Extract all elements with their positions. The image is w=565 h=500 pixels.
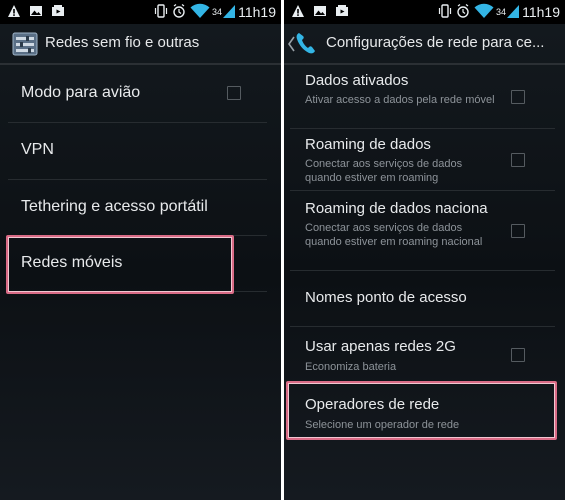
warning-icon (292, 5, 304, 17)
back-chevron-icon[interactable] (287, 36, 295, 52)
signal-icon (223, 5, 235, 18)
highlight-box-network-operators (286, 381, 557, 440)
action-bar-divider (284, 63, 565, 65)
action-bar: Configurações de rede para ce... (284, 25, 565, 63)
signal-icon (507, 5, 519, 18)
warning-icon (8, 5, 20, 17)
list-item-summary: Economiza bateria (305, 361, 397, 373)
list-item-title: Roaming de dados (305, 136, 431, 153)
system-icons: 34 11h19 (154, 3, 276, 21)
wireless-networks-screen: 34 11h19 Redes sem fio e outras Modo par… (0, 0, 281, 500)
airplane-mode-checkbox[interactable] (227, 86, 241, 100)
image-icon (30, 6, 42, 16)
list-item-summary: Conectar aos serviços de dados quando es… (305, 222, 483, 248)
alarm-icon (457, 4, 469, 18)
page-title: Configurações de rede para ce... (326, 34, 545, 51)
list-item-tethering[interactable]: Tethering e acesso portátil (0, 180, 281, 236)
highlight-box-mobile-networks (6, 235, 234, 294)
data-roaming-checkbox[interactable] (511, 153, 525, 167)
alarm-icon (173, 4, 185, 18)
national-roaming-checkbox[interactable] (511, 224, 525, 238)
system-icons: 34 11h19 (438, 3, 560, 21)
media-icon (52, 5, 64, 16)
list-item-label: Modo para avião (21, 84, 141, 101)
list-item-use-2g-only[interactable]: Usar apenas redes 2G Economiza bateria (284, 327, 565, 381)
list-item-title: Roaming de dados naciona (305, 200, 488, 217)
action-bar: Redes sem fio e outras (0, 25, 281, 63)
wifi-icon (474, 3, 494, 18)
clock: 11h19 (522, 4, 560, 20)
vibrate-icon (154, 4, 168, 18)
list-item-title: Dados ativados (305, 72, 409, 89)
list-item-access-point-names[interactable]: Nomes ponto de acesso (284, 271, 565, 327)
use-2g-only-checkbox[interactable] (511, 348, 525, 362)
list-item-title: Nomes ponto de acesso (305, 289, 467, 306)
list-item-summary: Conectar aos serviços de dados quando es… (305, 158, 463, 184)
list-item-data-enabled[interactable]: Dados ativados Ativar acesso a dados pel… (284, 66, 565, 128)
list-item-label: VPN (21, 141, 54, 158)
list-item-data-roaming[interactable]: Roaming de dados Conectar aos serviços d… (284, 129, 565, 190)
network-type-label: 34 (212, 7, 223, 17)
media-icon (336, 5, 348, 16)
list-item-summary: Ativar acesso a dados pela rede móvel (305, 94, 495, 106)
mobile-network-settings-screen: 34 11h19 Configurações de rede para ce..… (284, 0, 565, 500)
network-type-label: 34 (496, 7, 507, 17)
image-icon (314, 6, 326, 16)
vibrate-icon (438, 4, 452, 18)
page-title: Redes sem fio e outras (45, 34, 200, 51)
action-bar-divider (0, 63, 281, 65)
list-item-national-roaming[interactable]: Roaming de dados naciona Conectar aos se… (284, 191, 565, 270)
status-bar: 34 11h19 (284, 0, 565, 24)
phone-icon[interactable] (295, 31, 317, 55)
settings-app-icon[interactable] (12, 31, 38, 57)
clock: 11h19 (238, 4, 276, 20)
wifi-icon (190, 3, 210, 18)
list-item-title: Usar apenas redes 2G (305, 338, 456, 355)
list-item-vpn[interactable]: VPN (0, 123, 281, 179)
data-enabled-checkbox[interactable] (511, 90, 525, 104)
list-item-label: Tethering e acesso portátil (21, 198, 208, 215)
list-item-airplane-mode[interactable]: Modo para avião (0, 66, 281, 122)
status-bar: 34 11h19 (0, 0, 281, 24)
